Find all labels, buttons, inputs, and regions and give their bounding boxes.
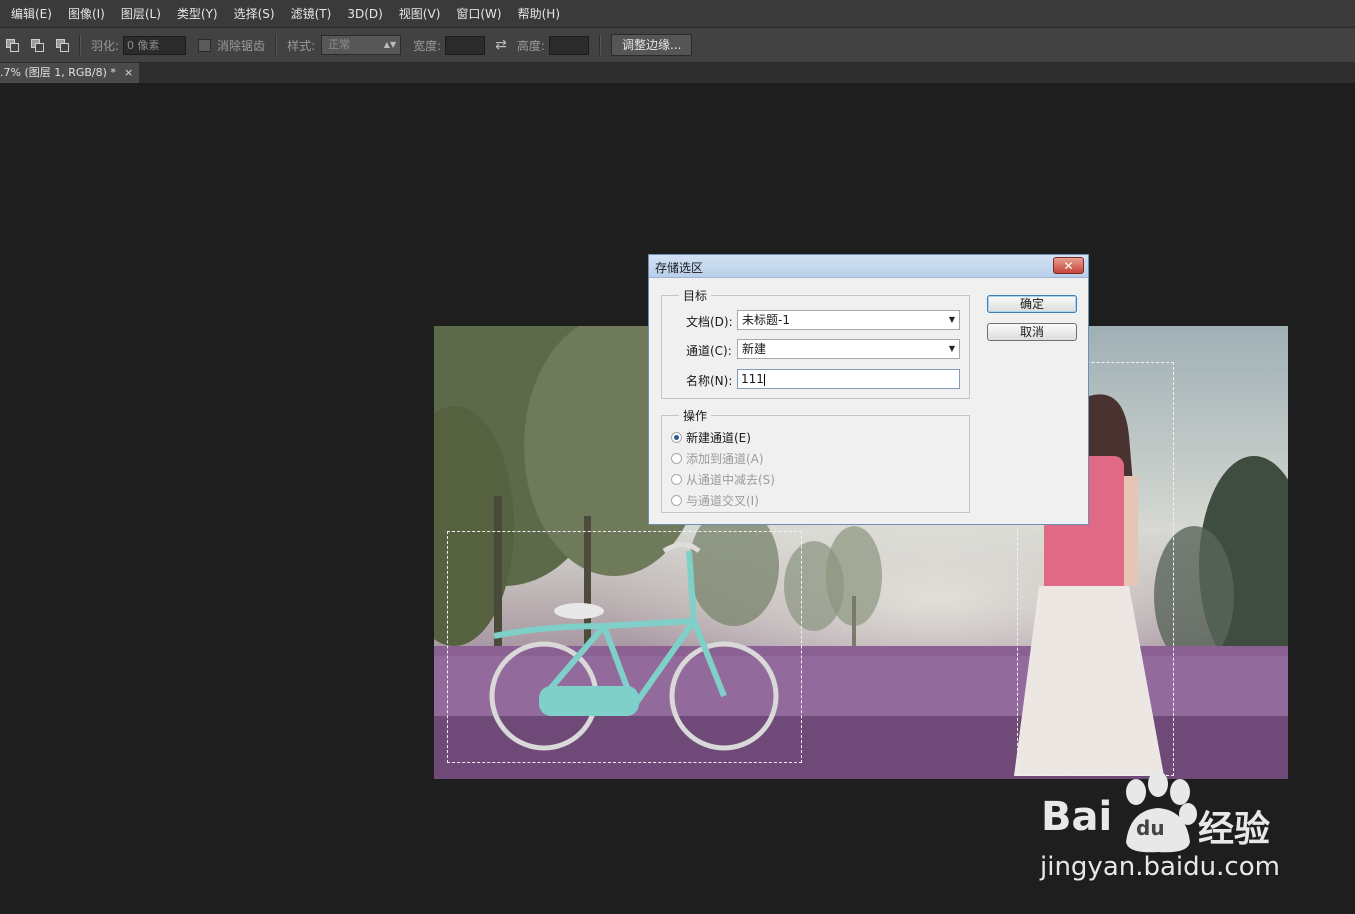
target-group-label: 目标 — [679, 287, 712, 304]
dialog-title-bar[interactable]: 存储选区 ✕ — [649, 255, 1088, 278]
operation-group-label: 操作 — [679, 407, 712, 424]
dropdown-arrow-icon: ▼ — [948, 344, 955, 353]
watermark-brand-left: Bai — [1041, 794, 1113, 840]
name-value: 111 — [741, 372, 764, 386]
watermark-brand-cn: 经验 — [1198, 809, 1271, 850]
dialog-close-button[interactable]: ✕ — [1053, 257, 1084, 274]
cancel-button[interactable]: 取消 — [987, 323, 1077, 341]
channel-label: 通道(C): — [686, 344, 732, 358]
radio-add-to-channel[interactable]: 添加到通道(A) — [671, 450, 764, 467]
watermark-brand-du: du — [1136, 816, 1165, 840]
name-input[interactable]: 111 — [737, 369, 960, 389]
radio-button[interactable] — [671, 432, 682, 443]
document-select[interactable]: 未标题-1 ▼ — [737, 310, 960, 330]
save-selection-dialog: 存储选区 ✕ 目标 文档(D): 未标题-1 ▼ 通道(C): 新建 ▼ 名称(… — [648, 254, 1089, 525]
radio-subtract-from-channel[interactable]: 从通道中减去(S) — [671, 471, 775, 488]
radio-label: 从通道中减去(S) — [686, 473, 775, 487]
radio-button[interactable] — [671, 453, 682, 464]
radio-label: 与通道交叉(I) — [686, 494, 759, 508]
document-label: 文档(D): — [686, 315, 733, 329]
baidu-watermark: Bai du 经验 jingyan.baidu.com — [1038, 772, 1288, 892]
watermark-url: jingyan.baidu.com — [1040, 852, 1280, 882]
radio-button[interactable] — [671, 495, 682, 506]
document-value: 未标题-1 — [742, 313, 790, 327]
radio-new-channel[interactable]: 新建通道(E) — [671, 429, 751, 446]
channel-value: 新建 — [742, 342, 767, 356]
radio-label: 添加到通道(A) — [686, 452, 764, 466]
name-label: 名称(N): — [686, 374, 733, 388]
radio-button[interactable] — [671, 474, 682, 485]
channel-select[interactable]: 新建 ▼ — [737, 339, 960, 359]
text-caret — [763, 373, 765, 386]
dialog-title: 存储选区 — [655, 261, 704, 275]
radio-intersect-channel[interactable]: 与通道交叉(I) — [671, 492, 759, 509]
radio-label: 新建通道(E) — [686, 431, 751, 445]
ok-button[interactable]: 确定 — [987, 295, 1077, 313]
dropdown-arrow-icon: ▼ — [948, 315, 955, 324]
